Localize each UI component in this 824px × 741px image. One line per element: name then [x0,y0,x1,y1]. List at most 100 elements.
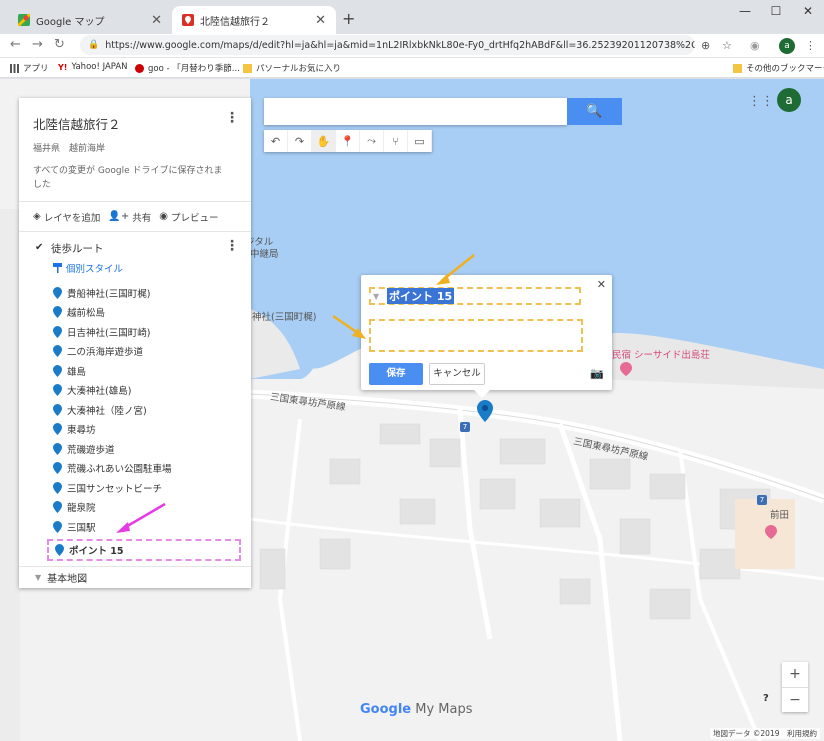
close-tab-icon[interactable]: ✕ [315,13,326,28]
redo-icon[interactable]: ↷ [288,130,312,152]
star-icon[interactable]: ☆ [722,39,732,52]
pin-icon [53,306,62,319]
list-item[interactable]: 二の浜海岸遊歩道 [19,342,251,362]
goo-icon [135,63,144,73]
pin-icon [55,543,64,556]
profile-avatar[interactable]: a [779,38,795,54]
zoom-icon[interactable]: ⊕ [701,39,710,52]
popup-tail [474,390,490,398]
ruler-icon[interactable]: ▭ [408,130,432,152]
layers-icon: ◈ [33,211,41,222]
account-avatar[interactable]: a [777,88,801,112]
tab-google-maps[interactable]: Google マップ ✕ [8,6,172,34]
list-item[interactable]: 荒磯ふれあい公園駐車場 [19,459,251,479]
bookmark-other[interactable]: その他のブックマーク [733,62,824,74]
extension-icon[interactable]: ◉ [750,39,760,52]
individual-style-link[interactable]: 個別スタイル [19,261,251,275]
bookmark-yahoo[interactable]: Y! Yahoo! JAPAN [58,62,128,72]
bookmark-apps[interactable]: アプリ [10,62,49,74]
menu-icon[interactable]: ⋮ [805,39,816,52]
save-button[interactable]: 保存 [369,363,423,385]
layer-header[interactable]: ✔ 徒歩ルート [19,240,251,256]
list-item[interactable]: 日吉神社(三国町崎) [19,322,251,342]
folder-icon [243,63,252,73]
search-input[interactable] [264,98,567,125]
list-item[interactable]: 三国サンセットビーチ [19,478,251,498]
basemap-section[interactable]: ▼ 基本地図 [19,566,251,588]
inn-marker-icon[interactable] [620,362,632,376]
point-description-field[interactable] [369,319,583,352]
map-title[interactable]: 北陸信越旅行２ [33,114,237,133]
forward-icon[interactable]: → [32,37,43,52]
list-item[interactable]: 大湊神社(雄島) [19,381,251,401]
back-icon[interactable]: ← [10,37,21,52]
yahoo-icon: Y! [58,62,68,72]
route-badge: 7 [460,422,470,432]
bookmark-goo[interactable]: goo - 「月替わり季節... [135,62,240,74]
cancel-button[interactable]: キャンセル [429,363,485,385]
mymaps-icon [182,14,194,26]
help-button[interactable]: ? [763,693,769,704]
zoom-in-button[interactable]: + [782,662,808,687]
place-marker-icon[interactable] [765,525,777,539]
layer-name[interactable]: 徒歩ルート [51,241,104,256]
pin-icon [53,520,62,533]
share-button[interactable]: 👤+ 共有 [108,210,151,224]
close-window-button[interactable]: ✕ [793,4,823,18]
bookmark-folder[interactable]: パソーナルお気に入り [243,62,341,74]
add-marker-icon[interactable]: 📍 [336,130,360,152]
list-item[interactable]: 雄島 [19,361,251,381]
minimize-button[interactable]: — [730,4,760,18]
google-my-maps-logo: Google My Maps [360,702,473,717]
list-item[interactable]: 越前松島 [19,303,251,323]
list-item-selected[interactable]: ポイント 15 [47,538,241,561]
draw-line-icon[interactable]: ⤳ [360,130,384,152]
layer-options-icon[interactable]: ⋮ [225,238,239,254]
close-icon[interactable]: ✕ [597,278,606,291]
annotation-arrow-icon [436,254,475,285]
url-text: https://www.google.com/maps/d/edit?hl=ja… [105,39,695,51]
map-label-shrine: 神社(三国町梶) [252,312,317,323]
add-layer-button[interactable]: ◈ レイヤを追加 [33,210,100,224]
tab-bar: Google マップ ✕ 北陸信越旅行２ ✕ + — ☐ ✕ [0,0,824,34]
map-options-icon[interactable]: ⋮ [225,110,239,126]
directions-icon[interactable]: ⑂ [384,130,408,152]
url-field[interactable]: 🔒 https://www.google.com/maps/d/edit?hl=… [80,35,695,55]
pin-icon [53,403,62,416]
undo-icon[interactable]: ↶ [264,130,288,152]
pin-icon [53,286,62,299]
point-marker-icon[interactable] [477,400,493,422]
close-tab-icon[interactable]: ✕ [151,13,162,28]
hand-icon[interactable]: ✋ [312,130,336,152]
pin-icon [53,501,62,514]
pin-icon [53,384,62,397]
camera-icon[interactable]: 📷 [590,367,604,380]
search-icon: 🔍 [586,104,603,119]
search-button[interactable]: 🔍 [567,98,622,125]
panel-header: 北陸信越旅行２ 福井県 越前海岸 すべての変更が Google ドライブに保存さ… [19,98,251,202]
zoom-out-button[interactable]: − [782,687,808,712]
list-item[interactable]: 大湊神社（陸ノ宮) [19,400,251,420]
map-description[interactable]: 福井県 越前海岸 [33,141,237,154]
list-item[interactable]: 荒磯遊歩道 [19,439,251,459]
panel-actions: ◈ レイヤを追加 👤+ 共有 ◉ プレビュー [19,202,251,232]
pin-icon [53,481,62,494]
point-title-field[interactable]: ▼ ポイント 15 [369,287,581,305]
layer-checkbox[interactable]: ✔ [35,243,45,253]
pin-icon [53,442,62,455]
list-item[interactable]: 東尋坊 [19,420,251,440]
add-person-icon: 👤+ [108,211,130,222]
apps-grid-icon [10,63,19,73]
list-item[interactable]: 貴船神社(三国町梶) [19,283,251,303]
reload-icon[interactable]: ↻ [54,37,65,52]
chevron-down-icon[interactable]: ▼ [35,573,41,582]
maximize-button[interactable]: ☐ [761,4,791,18]
map-label-inn: 民宿 シーサイド出島荘 [612,350,710,361]
preview-button[interactable]: ◉ プレビュー [159,210,218,224]
map-footer[interactable]: 地図データ ©2019 利用規約 [710,728,820,739]
route-badge: 7 [757,495,767,505]
tab-mymaps[interactable]: 北陸信越旅行２ ✕ [172,6,336,34]
new-tab-button[interactable]: + [342,9,355,28]
map-label-relay: 中継局 [250,249,279,260]
google-maps-icon [18,14,30,26]
